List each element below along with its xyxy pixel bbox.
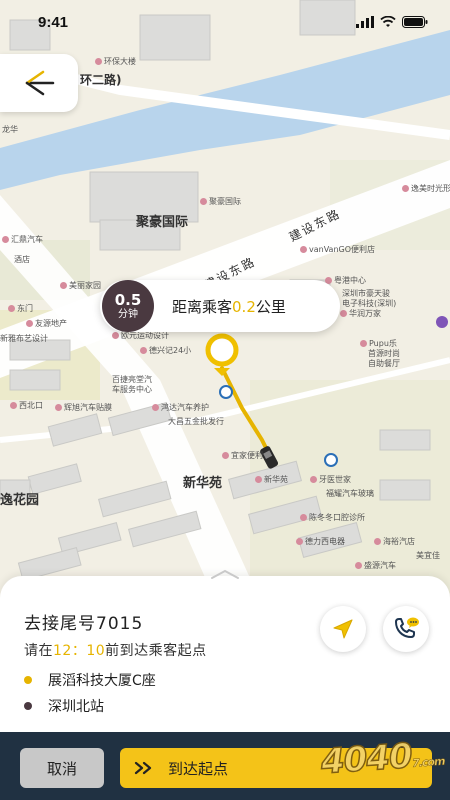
map-label: 逸美时光形 — [402, 185, 450, 193]
map-label: vanVanGO便利店 — [300, 246, 375, 254]
map-label: 车服务中心 — [112, 385, 152, 394]
map-label: 环二路) — [80, 73, 122, 87]
distance-suffix: 公里 — [255, 297, 286, 316]
distance-bubble: 0.5 分钟 距离乘客0.2公里 — [100, 280, 340, 332]
map-label: 美丽家园 — [60, 282, 101, 290]
status-icons — [356, 16, 428, 28]
map-label: 百捷亮堂汽 — [112, 375, 152, 384]
map-label: Pupu乐 — [360, 340, 397, 348]
battery-icon — [402, 16, 428, 28]
back-button[interactable] — [0, 54, 78, 112]
arrival-time: 12：10 — [53, 643, 106, 659]
map-label: 新华苑 — [183, 476, 223, 491]
wifi-icon — [380, 16, 396, 27]
arrive-start-label: 到达起点 — [168, 759, 229, 778]
map-label: 环保大楼 — [95, 58, 136, 66]
dropoff-dot-icon — [24, 702, 32, 710]
distance-prefix: 距离乘客 — [172, 297, 233, 316]
navigation-arrow-icon — [333, 619, 353, 639]
call-passenger-button[interactable] — [383, 606, 429, 652]
map-label: 牙医世家 — [310, 476, 351, 484]
map-label: 聚豪国际 — [200, 198, 241, 206]
back-arrow-icon — [25, 70, 55, 96]
map-label: 首源时尚 — [368, 349, 400, 358]
map-label: 龙华 — [2, 125, 18, 134]
map-label: 粤港中心 — [325, 277, 366, 285]
map-label: 盛源汽车 — [355, 562, 396, 570]
map-label: 聚豪国际 — [136, 215, 189, 230]
pickup-dot-icon — [24, 676, 32, 684]
arrival-prefix: 请在 — [24, 643, 53, 659]
pickup-address-row: 展滔科技大厦C座 — [24, 670, 156, 690]
map-label: 辉旭汽车贴膜 — [55, 404, 112, 412]
arrival-deadline: 请在12：10前到达乘客起点 — [24, 640, 207, 660]
eta-badge: 0.5 分钟 — [102, 280, 154, 332]
double-chevron-right-icon — [134, 761, 152, 775]
map-label: 西北口 — [10, 402, 43, 410]
map-label: 德力西电器 — [296, 538, 345, 546]
eta-unit: 分钟 — [118, 308, 138, 320]
distance-value: 0.2 — [232, 297, 256, 316]
trip-title: 去接尾号7015 — [24, 614, 144, 634]
map-label: 宜家便利 — [222, 452, 263, 460]
distance-text: 距离乘客0.2公里 — [172, 296, 286, 317]
map-label: 陈冬冬口腔诊所 — [300, 514, 365, 522]
action-bar: 取消 到达起点 40407.com — [0, 732, 450, 800]
map-label: 大昌五金批发行 — [168, 417, 224, 426]
dropoff-address-row: 深圳北站 — [24, 696, 104, 716]
signal-icon — [356, 16, 374, 28]
map-label: 东门 — [8, 305, 33, 313]
arrival-suffix: 前到达乘客起点 — [105, 643, 207, 659]
map-label: 德兴记24小 — [140, 347, 191, 355]
map-label: 海裕汽店 — [374, 538, 415, 546]
map-label: 新雅布艺设计 — [0, 334, 48, 343]
status-time: 9:41 — [38, 13, 69, 31]
cancel-button[interactable]: 取消 — [20, 748, 104, 788]
phone-icon — [395, 617, 419, 638]
status-bar: 9:41 — [0, 0, 450, 44]
map-label: 友源地产 — [26, 320, 67, 328]
map-label: 华润万家 — [340, 310, 381, 318]
map-label: 酒店 — [14, 255, 30, 264]
map-label: 新华苑 — [255, 476, 288, 484]
chevron-up-icon[interactable] — [208, 568, 242, 580]
map-label: 鸿达汽车养护 — [152, 404, 209, 412]
map-label: 深圳市豪天骏 — [342, 289, 390, 298]
pickup-address: 展滔科技大厦C座 — [48, 673, 156, 689]
map-label: 逸花园 — [0, 493, 40, 508]
map-label: 汇鼎汽车 — [2, 236, 43, 244]
map-label: 电子科技(深圳) — [342, 299, 397, 308]
eta-value: 0.5 — [114, 291, 142, 310]
map-label: 欧元运动设计 — [112, 332, 169, 340]
map-label: 自助餐厅 — [368, 359, 400, 368]
navigate-button[interactable] — [320, 606, 366, 652]
watermark-logo: 40407.com — [319, 735, 445, 783]
map-label: 美宜佳 — [416, 551, 440, 560]
map-label: 福耀汽车玻璃 — [326, 489, 374, 498]
dropoff-address: 深圳北站 — [48, 699, 104, 715]
